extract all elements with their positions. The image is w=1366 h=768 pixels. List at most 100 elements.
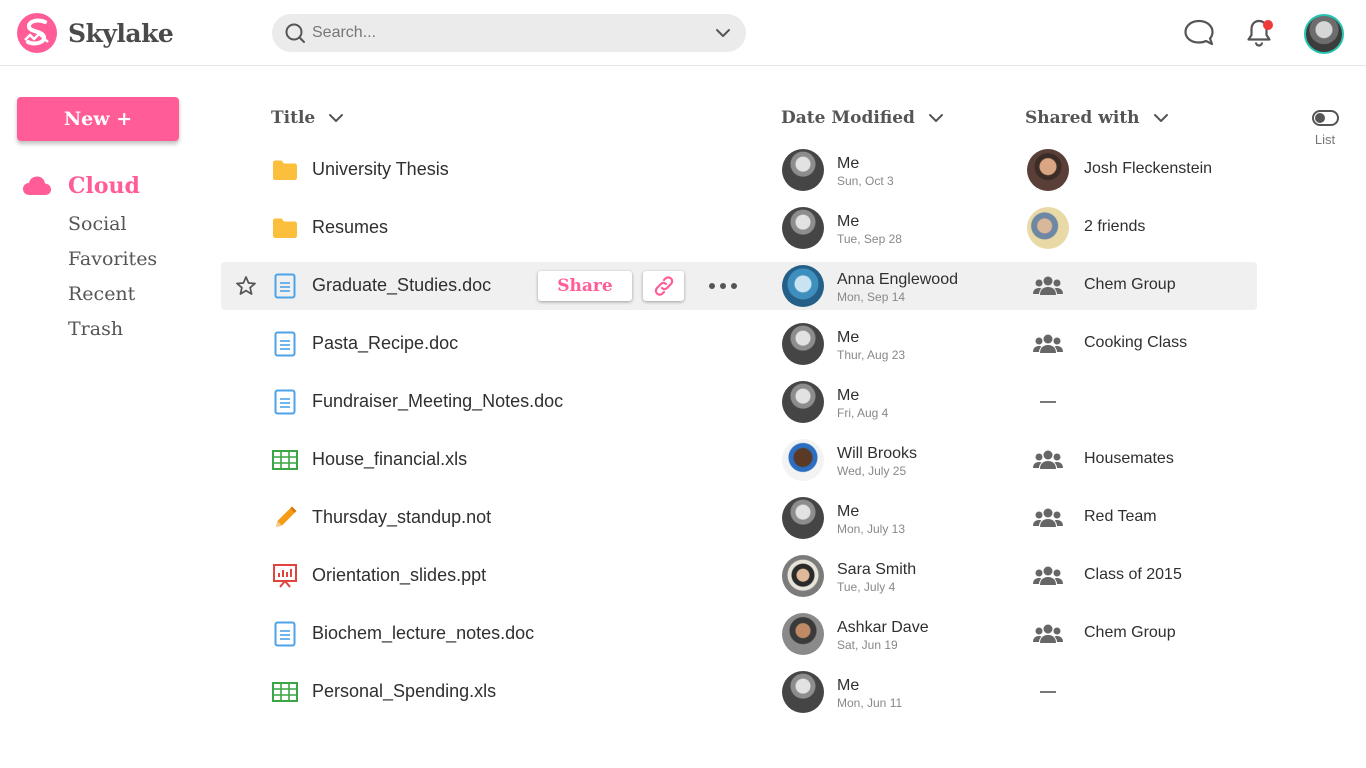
not-shared-dash [1040, 401, 1056, 403]
modified-date: Mon, July 13 [837, 522, 906, 536]
table-row[interactable]: Thursday_standup.not Me Mon, July 13 Red Te… [221, 489, 1257, 547]
modified-by: Me [837, 329, 860, 346]
column-header-shared-with[interactable]: Shared with [1025, 108, 1170, 128]
group-icon [1033, 275, 1063, 297]
file-name[interactable]: House_financial.xls [312, 449, 467, 470]
table-row[interactable]: Pasta_Recipe.doc Me Thur, Aug 23 Cooking Cl… [221, 315, 1257, 373]
table-row[interactable]: University Thesis Me Sun, Oct 3 Josh Flecke… [221, 141, 1257, 199]
table-row[interactable]: Resumes Me Tue, Sep 28 2 friends [221, 199, 1257, 257]
avatar [782, 497, 824, 539]
avatar [782, 207, 824, 249]
document-icon [271, 620, 299, 648]
modified-date: Fri, Aug 4 [837, 406, 889, 420]
column-header-label: Date Modified [781, 108, 915, 128]
shared-avatars-stack [1027, 207, 1069, 249]
toggle-label: List [1314, 132, 1336, 147]
modified-by: Me [837, 213, 860, 230]
modified-info: Me Tue, Sep 28 [837, 213, 902, 246]
sidebar-item-recent[interactable]: Recent [22, 276, 157, 311]
modified-date: Sat, Jun 19 [837, 638, 898, 652]
shared-with[interactable]: Class of 2015 [1084, 566, 1182, 584]
toggle-switch[interactable] [1311, 110, 1339, 126]
shared-with[interactable]: Housemates [1084, 450, 1174, 468]
cloud-icon [23, 176, 51, 195]
sidebar-item-social[interactable]: Social [22, 206, 157, 241]
table-row[interactable]: House_financial.xls Will Brooks Wed, July … [221, 431, 1257, 489]
modified-date: Tue, July 4 [837, 580, 896, 594]
user-avatar[interactable] [1304, 14, 1344, 54]
pencil-icon [271, 504, 299, 532]
modified-by: Will Brooks [837, 445, 918, 462]
shared-with[interactable]: Chem Group [1084, 276, 1176, 294]
sidebar-nav: Cloud Social Favorites Recent Trash [22, 166, 157, 346]
file-name[interactable]: Pasta_Recipe.doc [312, 333, 458, 354]
modified-by: Me [837, 387, 860, 404]
search-icon [285, 23, 305, 43]
group-icon [1033, 333, 1063, 355]
modified-date: Sun, Oct 3 [837, 174, 894, 188]
modified-date: Wed, July 25 [837, 464, 907, 478]
file-name[interactable]: Thursday_standup.not [312, 507, 491, 528]
sidebar-item-trash[interactable]: Trash [22, 311, 157, 346]
shared-with[interactable]: Josh Fleckenstein [1084, 160, 1212, 178]
group-icon [1033, 565, 1063, 587]
shared-with[interactable]: Cooking Class [1084, 334, 1187, 352]
group-icon [1033, 623, 1063, 645]
avatar [782, 323, 824, 365]
shared-with[interactable]: 2 friends [1084, 218, 1145, 236]
column-header-date-modified[interactable]: Date Modified [781, 108, 945, 128]
list-view-toggle[interactable]: List [1310, 110, 1340, 147]
sidebar-item-cloud[interactable]: Cloud [22, 166, 157, 206]
modified-by: Me [837, 155, 860, 172]
link-icon [654, 276, 673, 296]
app-name: Skylake [68, 18, 174, 48]
column-header-title[interactable]: Title [271, 108, 345, 128]
sidebar-item-label: Cloud [68, 173, 140, 199]
search-bar[interactable] [272, 14, 746, 52]
modified-date: Mon, Jun 11 [837, 696, 903, 710]
column-header-label: Shared with [1025, 108, 1140, 128]
shared-with[interactable]: Chem Group [1084, 624, 1176, 642]
table-row[interactable]: Personal_Spending.xls Me Mon, Jun 11 [221, 663, 1257, 721]
spreadsheet-icon [271, 678, 299, 706]
shared-with[interactable]: Red Team [1084, 508, 1157, 526]
file-name[interactable]: Personal_Spending.xls [312, 681, 496, 702]
copy-link-button[interactable] [643, 271, 684, 301]
star-icon[interactable] [235, 275, 257, 297]
file-name[interactable]: Graduate_Studies.doc [312, 275, 491, 296]
file-name[interactable]: Resumes [312, 217, 388, 238]
sidebar-item-label: Recent [68, 282, 136, 305]
table-row[interactable]: Fundraiser_Meeting_Notes.doc Me Fri, Aug 4 [221, 373, 1257, 431]
file-name[interactable]: University Thesis [312, 159, 449, 180]
chevron-down-icon[interactable] [714, 24, 732, 42]
table-row[interactable]: Biochem_lecture_notes.doc Ashkar Dave Sat,… [221, 605, 1257, 663]
avatar [782, 149, 824, 191]
modified-by: Sara Smith [837, 561, 917, 578]
modified-info: Me Mon, Jun 11 [837, 678, 903, 710]
skylake-logo-icon [17, 13, 57, 53]
sidebar-item-label: Favorites [68, 247, 158, 270]
file-name[interactable]: Orientation_slides.ppt [312, 565, 486, 586]
avatar [782, 439, 824, 481]
modified-info: Me Thur, Aug 23 [837, 329, 906, 362]
modified-date: Thur, Aug 23 [837, 348, 906, 362]
file-name[interactable]: Fundraiser_Meeting_Notes.doc [312, 391, 563, 412]
search-input[interactable] [312, 24, 714, 42]
share-button[interactable]: Share [538, 271, 632, 301]
more-options-icon[interactable] [709, 278, 737, 294]
modified-info: Me Fri, Aug 4 [837, 387, 889, 420]
file-list: University Thesis Me Sun, Oct 3 Josh Flecke… [221, 141, 1257, 721]
table-row[interactable]: Orientation_slides.ppt Sara Smith Tue, Jul… [221, 547, 1257, 605]
modified-info: Me Mon, July 13 [837, 504, 906, 536]
sidebar-item-favorites[interactable]: Favorites [22, 241, 157, 276]
modified-info: Will Brooks Wed, July 25 [837, 445, 918, 478]
app-logo[interactable]: Skylake [16, 12, 174, 54]
new-button[interactable]: New + [17, 97, 179, 141]
modified-date: Mon, Sep 14 [837, 290, 906, 304]
file-name[interactable]: Biochem_lecture_notes.doc [312, 623, 534, 644]
avatar [782, 265, 824, 307]
chat-icon[interactable] [1182, 16, 1216, 50]
group-icon [1033, 449, 1063, 471]
table-row[interactable]: Graduate_Studies.doc Share Anna Englewood M… [221, 262, 1257, 310]
spreadsheet-icon [271, 446, 299, 474]
